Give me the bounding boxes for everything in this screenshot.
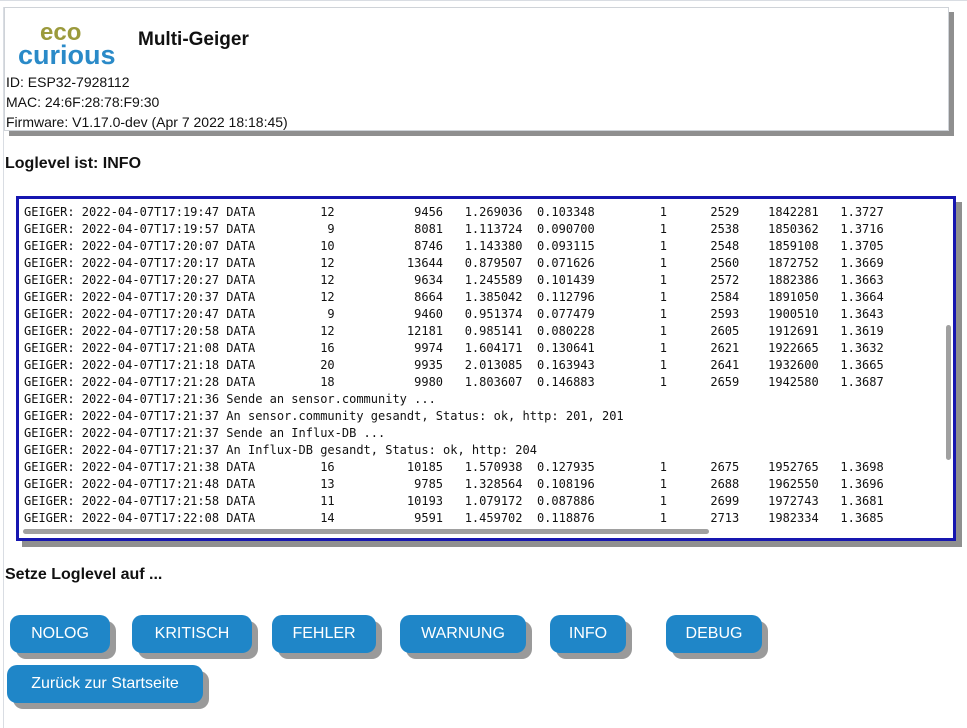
log-line: GEIGER: 2022-04-07T17:20:07 DATA 10 8746… bbox=[24, 239, 884, 253]
log-line: GEIGER: 2022-04-07T17:21:48 DATA 13 9785… bbox=[24, 477, 884, 491]
current-loglevel: Loglevel ist: INFO bbox=[5, 155, 142, 172]
horizontal-scrollbar[interactable] bbox=[23, 529, 709, 534]
nolog-button[interactable]: NOLOG bbox=[10, 615, 110, 653]
set-loglevel-heading: Setze Loglevel auf ... bbox=[5, 566, 163, 583]
log-line: GEIGER: 2022-04-07T17:20:58 DATA 12 1218… bbox=[24, 324, 884, 338]
log-line: GEIGER: 2022-04-07T17:19:57 DATA 9 8081 … bbox=[24, 222, 884, 236]
warnung-button[interactable]: WARNUNG bbox=[400, 615, 526, 653]
log-line: GEIGER: 2022-04-07T17:21:18 DATA 20 9935… bbox=[24, 358, 884, 372]
log-line: GEIGER: 2022-04-07T17:20:47 DATA 9 9460 … bbox=[24, 307, 884, 321]
log-line: GEIGER: 2022-04-07T17:20:27 DATA 12 9634… bbox=[24, 273, 884, 287]
log-line: GEIGER: 2022-04-07T17:20:37 DATA 12 8664… bbox=[24, 290, 884, 304]
log-line: GEIGER: 2022-04-07T17:21:37 Sende an Inf… bbox=[24, 426, 386, 440]
log-line: GEIGER: 2022-04-07T17:22:08 DATA 14 9591… bbox=[24, 511, 884, 525]
fehler-button[interactable]: FEHLER bbox=[272, 615, 376, 653]
top-border bbox=[0, 0, 967, 1]
log-line: GEIGER: 2022-04-07T17:21:08 DATA 16 9974… bbox=[24, 341, 884, 355]
back-to-home-button[interactable]: Zurück zur Startseite bbox=[7, 665, 203, 703]
vertical-scrollbar[interactable] bbox=[946, 325, 951, 460]
device-id: ID: ESP32-7928112 bbox=[6, 74, 130, 90]
device-mac: MAC: 24:6F:28:78:F9:30 bbox=[6, 94, 160, 110]
log-line: GEIGER: 2022-04-07T17:21:37 An Influx-DB… bbox=[24, 443, 537, 457]
log-line: GEIGER: 2022-04-07T17:21:58 DATA 11 1019… bbox=[24, 494, 884, 508]
log-line: GEIGER: 2022-04-07T17:21:37 An sensor.co… bbox=[24, 409, 624, 423]
debug-button[interactable]: DEBUG bbox=[666, 615, 762, 653]
kritisch-button[interactable]: KRITISCH bbox=[132, 615, 252, 653]
firmware-version: Firmware: V1.17.0-dev (Apr 7 2022 18:18:… bbox=[6, 114, 288, 130]
log-line: GEIGER: 2022-04-07T17:19:47 DATA 12 9456… bbox=[24, 205, 884, 219]
log-line: GEIGER: 2022-04-07T17:21:38 DATA 16 1018… bbox=[24, 460, 884, 474]
info-button[interactable]: INFO bbox=[550, 615, 626, 653]
header-card: eco curious Multi-Geiger ID: ESP32-79281… bbox=[4, 7, 949, 131]
log-line: GEIGER: 2022-04-07T17:21:28 DATA 18 9980… bbox=[24, 375, 884, 389]
log-content: GEIGER: 2022-04-07T17:19:47 DATA 12 9456… bbox=[24, 204, 953, 527]
app-title: Multi-Geiger bbox=[138, 29, 249, 50]
log-line: GEIGER: 2022-04-07T17:21:36 Sende an sen… bbox=[24, 392, 436, 406]
ecocurious-logo: eco curious bbox=[18, 19, 116, 70]
logo-curious-text: curious bbox=[18, 40, 116, 70]
log-line: GEIGER: 2022-04-07T17:20:17 DATA 12 1364… bbox=[24, 256, 884, 270]
log-viewer[interactable]: GEIGER: 2022-04-07T17:19:47 DATA 12 9456… bbox=[16, 196, 956, 541]
